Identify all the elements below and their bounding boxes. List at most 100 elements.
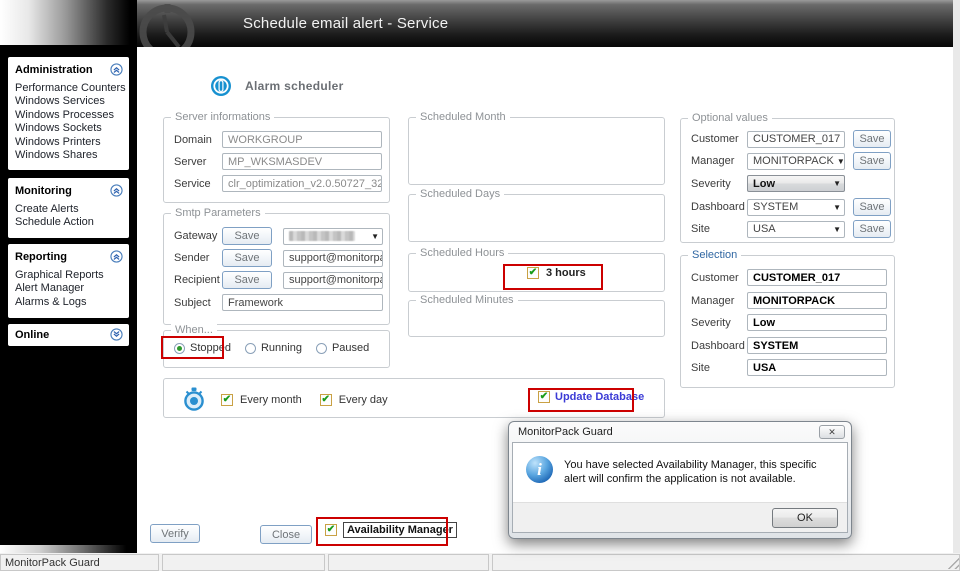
manager-label: Manager	[691, 155, 735, 167]
subject-label: Subject	[174, 296, 211, 309]
nav-section-title: Reporting	[15, 250, 67, 263]
sidebar-gloss	[0, 0, 130, 45]
scheduled-hours-group: Scheduled Hours ✔ 3 hours	[408, 247, 665, 292]
optional-values-legend: Optional values	[688, 112, 772, 124]
site-label: Site	[691, 223, 710, 235]
status-segment	[162, 554, 325, 571]
hours-checkbox[interactable]: ✔	[527, 267, 539, 279]
nav-section-administration: Administration Performance Counters Wind…	[8, 57, 129, 170]
sidebar-item-windows-shares[interactable]: Windows Shares	[15, 149, 123, 162]
collapse-down-icon[interactable]	[110, 328, 123, 341]
selection-manager-field[interactable]: MONITORPACK	[747, 292, 887, 309]
sidebar-item-alert-manager[interactable]: Alert Manager	[15, 282, 123, 295]
availability-manager-checkbox[interactable]: ✔	[325, 524, 337, 536]
dashboard-dropdown[interactable]: SYSTEM ▼	[747, 198, 845, 216]
dashboard-save-button[interactable]: Save	[853, 198, 891, 216]
service-field[interactable]: clr_optimization_v2.0.50727_32	[222, 175, 382, 192]
sidebar: Administration Performance Counters Wind…	[0, 0, 137, 553]
every-day-checkbox[interactable]: ✔	[319, 393, 332, 406]
scheduled-month-legend: Scheduled Month	[416, 111, 510, 123]
server-field[interactable]: MP_WKSMASDEV	[222, 153, 382, 170]
recipient-dropdown[interactable]: support@monitorpa▼	[283, 271, 383, 289]
customer-save-button[interactable]: Save	[853, 130, 891, 148]
nav-section-header[interactable]: Monitoring	[15, 184, 123, 197]
when-legend: When...	[171, 324, 217, 336]
sidebar-item-graphical-reports[interactable]: Graphical Reports	[15, 269, 123, 282]
collapse-up-icon[interactable]	[110, 250, 123, 263]
site-save-button[interactable]: Save	[853, 220, 891, 238]
nav-section-header[interactable]: Reporting	[15, 250, 123, 263]
sender-value: support@monitorpa	[289, 252, 383, 264]
censored-value	[289, 231, 355, 241]
server-info-group: Server informations Domain WORKGROUP Ser…	[163, 111, 390, 203]
nav-section-header[interactable]: Online	[15, 328, 123, 341]
site-value: USA	[753, 223, 776, 235]
sender-save-button[interactable]: Save	[222, 249, 272, 267]
site-dropdown[interactable]: USA ▼	[747, 220, 845, 238]
dialog-titlebar[interactable]: MonitorPack Guard ✕	[509, 422, 851, 442]
site-label: Site	[691, 361, 710, 374]
verify-button[interactable]: Verify	[150, 524, 200, 543]
stopped-radio[interactable]	[174, 342, 185, 354]
recipient-label: Recipient	[174, 274, 220, 286]
dashboard-label: Dashboard	[691, 339, 745, 352]
gateway-label: Gateway	[174, 230, 218, 242]
alarm-scheduler-icon	[211, 76, 231, 96]
selection-legend: Selection	[688, 249, 742, 261]
subject-field[interactable]: Framework	[222, 294, 383, 311]
smtp-group: Smtp Parameters Gateway Save ▼ Sender Sa…	[163, 207, 390, 325]
manager-label: Manager	[691, 294, 735, 307]
every-day-label: Every day	[338, 393, 388, 406]
sidebar-item-create-alerts[interactable]: Create Alerts	[15, 203, 123, 216]
dashboard-value: SYSTEM	[753, 201, 799, 213]
sidebar-item-windows-services[interactable]: Windows Services	[15, 95, 123, 108]
recurrence-panel: ✔ Every month ✔ Every day ✔ Update Datab…	[163, 378, 665, 418]
status-segment	[492, 554, 960, 571]
status-segment	[328, 554, 489, 571]
paused-radio[interactable]	[315, 342, 327, 354]
dashboard-label: Dashboard	[691, 201, 745, 213]
ok-button[interactable]: OK	[772, 507, 838, 528]
sidebar-item-windows-processes[interactable]: Windows Processes	[15, 109, 123, 122]
manager-dropdown[interactable]: MONITORPACK ▼	[747, 152, 845, 170]
update-database-label[interactable]: Update Database	[555, 391, 644, 403]
status-segment: MonitorPack Guard	[0, 554, 159, 571]
sidebar-item-windows-printers[interactable]: Windows Printers	[15, 136, 123, 149]
recipient-save-button[interactable]: Save	[222, 271, 272, 289]
every-month-checkbox[interactable]: ✔	[221, 393, 233, 406]
stopwatch-icon	[184, 387, 204, 411]
selection-customer-field[interactable]: CUSTOMER_017	[747, 269, 887, 286]
nav-section-title: Monitoring	[15, 184, 72, 197]
sidebar-item-alarms-logs[interactable]: Alarms & Logs	[15, 296, 123, 309]
collapse-up-icon[interactable]	[110, 63, 123, 76]
dialog-close-icon[interactable]: ✕	[819, 425, 845, 439]
availability-manager-label[interactable]: Availability Manager	[343, 522, 457, 538]
collapse-up-icon[interactable]	[110, 184, 123, 197]
sender-dropdown[interactable]: support@monitorpa▼	[283, 249, 383, 267]
running-radio[interactable]	[244, 342, 256, 354]
window-edge	[953, 0, 960, 553]
manager-save-button[interactable]: Save	[853, 152, 891, 170]
selection-dashboard-field[interactable]: SYSTEM	[747, 337, 887, 354]
update-database-checkbox[interactable]: ✔	[538, 391, 550, 403]
severity-dropdown[interactable]: Low ▼	[747, 175, 845, 192]
close-button[interactable]: Close	[260, 525, 312, 544]
selection-severity-field[interactable]: Low	[747, 314, 887, 331]
running-label: Running	[260, 342, 302, 354]
gateway-save-button[interactable]: Save	[222, 227, 272, 245]
customer-dropdown[interactable]: CUSTOMER_017▼	[747, 130, 845, 148]
sidebar-item-schedule-action[interactable]: Schedule Action	[15, 216, 123, 229]
selection-site-field[interactable]: USA	[747, 359, 887, 376]
gateway-dropdown[interactable]: ▼	[283, 227, 383, 245]
domain-field[interactable]: WORKGROUP	[222, 131, 382, 148]
monitorpack-guard-dialog: MonitorPack Guard ✕ i You have selected …	[508, 421, 852, 539]
scheduled-days-legend: Scheduled Days	[416, 188, 505, 200]
nav-section-header[interactable]: Administration	[15, 63, 123, 76]
sidebar-item-performance-counters[interactable]: Performance Counters	[15, 82, 126, 95]
smtp-legend: Smtp Parameters	[171, 207, 265, 219]
sidebar-item-windows-sockets[interactable]: Windows Sockets	[15, 122, 123, 135]
page-title: Alarm scheduler	[245, 79, 344, 93]
scheduled-hours-legend: Scheduled Hours	[416, 247, 509, 259]
customer-label: Customer	[691, 271, 739, 284]
dialog-title: MonitorPack Guard	[518, 426, 613, 438]
